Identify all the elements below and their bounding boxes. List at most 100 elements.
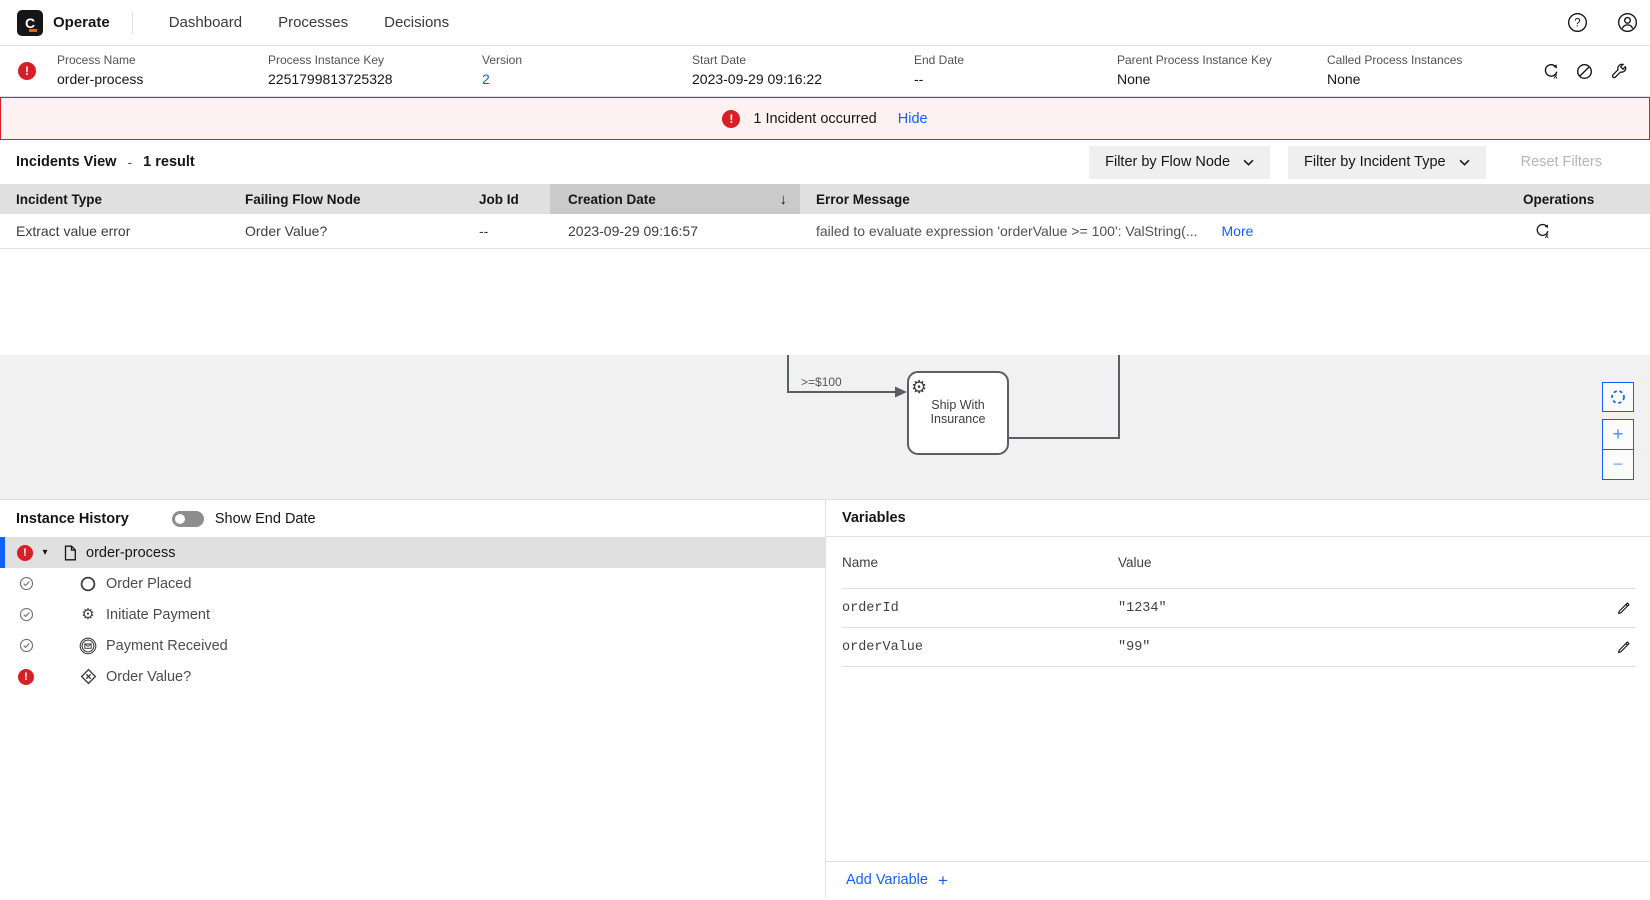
reset-filters-button[interactable]: Reset Filters: [1521, 154, 1602, 170]
nav-tabs: Dashboard Processes Decisions: [167, 10, 451, 35]
nav-tab-processes[interactable]: Processes: [276, 10, 350, 35]
variables-panel: Variables Name Value orderId "1234" orde…: [826, 500, 1650, 898]
process-diagram: >=$100 ⚙ Ship With Insurance + −: [0, 355, 1650, 499]
nav-tab-decisions[interactable]: Decisions: [382, 10, 451, 35]
svg-text:x: x: [1553, 72, 1558, 80]
field-called-process-instances: Called Process Instances None: [1327, 53, 1462, 87]
col-operations: Operations: [1513, 184, 1650, 214]
exclusive-gateway-icon: [79, 668, 97, 685]
diagram-zoom-out-button[interactable]: −: [1602, 449, 1634, 480]
failing-flow-node-cell: Order Value?: [229, 214, 463, 248]
edit-variable-pencil-icon[interactable]: [1610, 634, 1636, 660]
instance-history-title: Instance History: [16, 511, 129, 527]
chevron-down-icon: [1243, 159, 1254, 166]
field-parent-process-instance-key: Parent Process Instance Key None: [1117, 53, 1272, 87]
col-error-message[interactable]: Error Message: [800, 184, 1513, 214]
tree-collapse-chevron-icon[interactable]: ▾: [40, 548, 50, 558]
creation-date-cell: 2023-09-29 09:16:57: [550, 214, 800, 248]
sort-descending-icon: ↓: [780, 191, 788, 208]
instance-error-icon: !: [18, 62, 36, 80]
field-end-date: End Date --: [914, 53, 964, 87]
incidents-table-header: Incident Type Failing Flow Node Job Id C…: [0, 184, 1650, 214]
col-incident-type[interactable]: Incident Type: [0, 184, 229, 214]
product-name: Operate: [53, 14, 110, 31]
chevron-down-icon: [1459, 159, 1470, 166]
add-variable-button[interactable]: Add Variable: [846, 872, 928, 888]
tree-row-initiate-payment[interactable]: ⚙ Initiate Payment: [0, 599, 825, 630]
completed-check-icon: [18, 576, 34, 591]
help-icon[interactable]: ?: [1567, 12, 1588, 33]
field-version: Version 2: [482, 53, 522, 87]
error-message-more-link[interactable]: More: [1222, 223, 1254, 239]
svg-text:Insurance: Insurance: [931, 412, 986, 426]
bottom-panels: Instance History Show End Date ! ▾ order…: [0, 499, 1650, 898]
incident-table-row[interactable]: Extract value error Order Value? -- 2023…: [0, 214, 1650, 249]
logo-orange-accent: [29, 29, 37, 32]
incidents-title: Incidents View: [16, 154, 116, 170]
incident-state-icon: !: [17, 545, 33, 561]
variable-row-orderValue: orderValue "99": [842, 628, 1636, 667]
banner-error-icon: !: [722, 110, 740, 128]
banner-hide-link[interactable]: Hide: [898, 111, 928, 127]
svg-text:Ship With: Ship With: [931, 398, 985, 412]
completed-check-icon: [18, 638, 34, 653]
task-ship-with-insurance[interactable]: ⚙ Ship With Insurance: [908, 372, 1008, 454]
edit-variable-pencil-icon[interactable]: [1610, 595, 1636, 621]
nav-tab-dashboard[interactable]: Dashboard: [167, 10, 244, 35]
filter-by-flow-node-dropdown[interactable]: Filter by Flow Node: [1089, 146, 1270, 179]
nav-divider: [132, 12, 133, 34]
incidents-toolbar: Incidents View - 1 result Filter by Flow…: [0, 140, 1650, 184]
top-nav: C Operate Dashboard Processes Decisions …: [0, 0, 1650, 46]
modify-instance-wrench-icon[interactable]: [1610, 63, 1627, 80]
variables-table-header: Name Value: [842, 537, 1636, 589]
variable-name: orderValue: [842, 640, 1118, 655]
diagram-reset-view-button[interactable]: [1602, 382, 1634, 412]
process-document-icon: [63, 545, 77, 561]
incident-state-icon: !: [18, 669, 34, 685]
service-task-gear-icon: ⚙: [79, 607, 97, 622]
flow-condition-label: >=$100: [801, 375, 842, 389]
variables-col-name: Name: [842, 555, 1118, 570]
col-job-id[interactable]: Job Id: [463, 184, 550, 214]
variables-title: Variables: [842, 510, 906, 526]
completed-check-icon: [18, 607, 34, 622]
incident-type-cell: Extract value error: [0, 214, 229, 248]
show-end-date-toggle[interactable]: [172, 511, 204, 527]
variables-footer: Add Variable +: [826, 861, 1650, 898]
incidents-result-count: 1 result: [143, 154, 195, 170]
instance-history-panel: Instance History Show End Date ! ▾ order…: [0, 500, 826, 898]
filter-by-incident-type-dropdown[interactable]: Filter by Incident Type: [1288, 146, 1486, 179]
show-end-date-label: Show End Date: [215, 511, 316, 527]
variables-col-value: Value: [1118, 555, 1152, 570]
job-id-cell: --: [463, 214, 550, 248]
field-start-date: Start Date 2023-09-29 09:16:22: [692, 53, 822, 87]
add-plus-icon: +: [938, 872, 948, 889]
cancel-instance-icon[interactable]: [1576, 63, 1593, 80]
crosshair-icon: [1610, 389, 1626, 405]
field-process-name: Process Name order-process: [57, 53, 143, 87]
diagram-zoom-in-button[interactable]: +: [1602, 419, 1634, 450]
tree-row-order-process[interactable]: ! ▾ order-process: [0, 537, 825, 568]
tree-row-order-placed[interactable]: Order Placed: [0, 568, 825, 599]
retry-incident-icon[interactable]: x: [1534, 223, 1550, 239]
variable-name: orderId: [842, 601, 1118, 616]
col-creation-date[interactable]: Creation Date ↓: [550, 184, 800, 214]
col-failing-flow-node[interactable]: Failing Flow Node: [229, 184, 463, 214]
user-icon[interactable]: [1617, 12, 1638, 33]
diagram-controls: + −: [1602, 382, 1634, 480]
variable-value: "1234": [1118, 601, 1167, 616]
version-link[interactable]: 2: [482, 71, 522, 87]
service-task-gear-icon: ⚙: [911, 377, 927, 397]
field-process-instance-key: Process Instance Key 2251799813725328: [268, 53, 393, 87]
tree-row-payment-received[interactable]: Payment Received: [0, 630, 825, 661]
incident-banner: ! 1 Incident occurred Hide: [0, 97, 1650, 140]
incidents-empty-space: [0, 249, 1650, 355]
message-event-icon: [79, 637, 97, 655]
instance-header: ! Process Name order-process Process Ins…: [0, 46, 1650, 97]
variable-value: "99": [1118, 640, 1150, 655]
incidents-section: Incidents View - 1 result Filter by Flow…: [0, 140, 1650, 355]
retry-instance-icon[interactable]: x: [1542, 63, 1559, 80]
svg-text:x: x: [1545, 233, 1549, 239]
camunda-logo[interactable]: C: [17, 10, 43, 36]
tree-row-order-value[interactable]: ! Order Value?: [0, 661, 825, 692]
